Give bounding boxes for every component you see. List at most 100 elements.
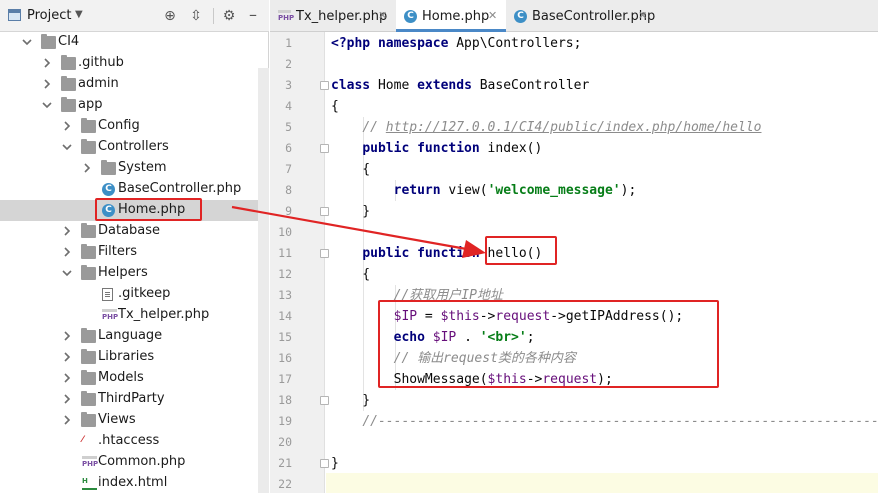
fold-marker-icon[interactable] xyxy=(320,396,329,405)
chevron-right-icon[interactable] xyxy=(62,394,72,404)
folder-icon xyxy=(101,160,116,175)
code-token: } xyxy=(331,204,371,219)
code-line: } xyxy=(331,390,370,411)
code-line: <?php namespace App\Controllers; xyxy=(331,33,581,54)
fold-marker-icon[interactable] xyxy=(320,81,329,90)
folder-icon xyxy=(61,76,76,91)
chevron-down-icon[interactable] xyxy=(22,37,32,47)
chevron-right-icon[interactable] xyxy=(42,58,52,68)
editor-tab[interactable]: C Home.php ✕ xyxy=(396,0,506,32)
project-panel-title[interactable]: Project xyxy=(27,8,71,23)
tree-folder[interactable]: app xyxy=(0,95,258,116)
tree-file[interactable]: PHP Common.php xyxy=(0,452,258,473)
chevron-right-icon[interactable] xyxy=(62,415,72,425)
fold-marker-icon[interactable] xyxy=(320,144,329,153)
tree-folder[interactable]: CI4 xyxy=(0,32,258,53)
editor-tab[interactable]: PHP Tx_helper.php ✕ xyxy=(270,0,396,32)
class-file-icon: C xyxy=(514,10,527,23)
text-file-icon xyxy=(102,288,113,301)
tree-item-label: .htaccess xyxy=(98,433,160,448)
close-icon[interactable]: ✕ xyxy=(378,9,387,22)
close-icon[interactable]: ✕ xyxy=(638,9,647,22)
tree-folder[interactable]: System xyxy=(0,158,258,179)
chevron-down-icon[interactable] xyxy=(62,142,72,152)
line-number: 2 xyxy=(285,57,292,71)
chevron-down-icon[interactable] xyxy=(62,268,72,278)
code-token: class xyxy=(331,78,378,93)
tree-scrollbar[interactable] xyxy=(258,68,269,493)
gear-icon[interactable]: ⚙ xyxy=(220,7,238,25)
tab-label: Home.php xyxy=(422,9,490,24)
line-number: 19 xyxy=(278,414,292,428)
code-token: Home xyxy=(377,78,418,93)
tree-file[interactable]: PHP Tx_helper.php xyxy=(0,305,258,326)
editor-tab[interactable]: C BaseController.php ✕ xyxy=(506,0,656,32)
tree-folder[interactable]: Language xyxy=(0,326,258,347)
class-file-icon: C xyxy=(102,183,115,196)
tree-item-label: Libraries xyxy=(98,349,155,364)
class-file-icon: C xyxy=(404,10,417,23)
tree-folder[interactable]: Libraries xyxy=(0,347,258,368)
chevron-right-icon[interactable] xyxy=(62,226,72,236)
code-token: // xyxy=(362,120,386,135)
line-number: 8 xyxy=(285,183,292,197)
tree-folder[interactable]: Config xyxy=(0,116,258,137)
tree-item-label: Helpers xyxy=(98,265,148,280)
tree-item-label: Tx_helper.php xyxy=(118,307,210,322)
fold-marker-icon[interactable] xyxy=(320,207,329,216)
chevron-right-icon[interactable] xyxy=(62,121,72,131)
chevron-right-icon[interactable] xyxy=(82,163,92,173)
tree-folder[interactable]: Helpers xyxy=(0,263,258,284)
code-token: 'welcome_message' xyxy=(487,183,621,198)
locate-icon[interactable]: ⊕ xyxy=(161,7,179,25)
chevron-right-icon[interactable] xyxy=(62,373,72,383)
annotation-box-hello-method xyxy=(485,236,557,265)
tree-item-label: Language xyxy=(98,328,163,343)
fold-marker-icon[interactable] xyxy=(320,459,329,468)
minimize-icon[interactable]: – xyxy=(244,7,262,25)
line-number: 3 xyxy=(285,78,292,92)
code-token: index() xyxy=(487,141,543,156)
line-number: 7 xyxy=(285,162,292,176)
tree-folder[interactable]: Controllers xyxy=(0,137,258,158)
line-number: 12 xyxy=(278,267,292,281)
tree-file[interactable]: Hindex.html xyxy=(0,473,258,493)
chevron-right-icon[interactable] xyxy=(62,352,72,362)
code-line: return view('welcome_message'); xyxy=(331,180,637,201)
line-number: 6 xyxy=(285,141,292,155)
chevron-right-icon[interactable] xyxy=(62,247,72,257)
tree-folder[interactable]: Database xyxy=(0,221,258,242)
code-token: { xyxy=(331,162,371,177)
folder-icon xyxy=(81,118,96,133)
folder-icon xyxy=(41,34,56,49)
tree-file[interactable]: .gitkeep xyxy=(0,284,258,305)
chevron-right-icon[interactable] xyxy=(62,331,72,341)
annotation-box-home-file xyxy=(95,198,202,221)
tree-file[interactable]: ⁄ .htaccess xyxy=(0,431,258,452)
tree-folder[interactable]: Models xyxy=(0,368,258,389)
close-icon[interactable]: ✕ xyxy=(488,9,497,22)
tree-item-label: Filters xyxy=(98,244,137,259)
tree-folder[interactable]: admin xyxy=(0,74,258,95)
line-number: 14 xyxy=(278,309,292,323)
folder-icon xyxy=(81,223,96,238)
project-tree: CI4 .github admin app Config Controllers Syste… xyxy=(0,32,269,493)
code-line: { xyxy=(331,96,339,117)
code-token: view( xyxy=(448,183,488,198)
line-number-gutter: 1 2 3 4 5 6 7 8 9 10 11 12 13 14 15 16 17 18 19 20 21 22 xyxy=(270,32,325,493)
line-number: 13 xyxy=(278,288,292,302)
tree-folder[interactable]: Views xyxy=(0,410,258,431)
tree-file[interactable]: C BaseController.php xyxy=(0,179,258,200)
tree-folder[interactable]: .github xyxy=(0,53,258,74)
tree-folder[interactable]: Filters xyxy=(0,242,258,263)
tree-folder[interactable]: ThirdParty xyxy=(0,389,258,410)
collapse-all-icon[interactable]: ⇳ xyxy=(187,7,205,25)
chevron-down-icon[interactable]: ▼ xyxy=(75,9,83,20)
chevron-right-icon[interactable] xyxy=(42,79,52,89)
fold-marker-icon[interactable] xyxy=(320,249,329,258)
code-editor[interactable]: <?php namespace App\Controllers; class Ho… xyxy=(326,32,878,493)
annotation-box-method-body xyxy=(378,300,719,388)
tree-item-label: index.html xyxy=(98,475,168,490)
chevron-down-icon[interactable] xyxy=(42,100,52,110)
